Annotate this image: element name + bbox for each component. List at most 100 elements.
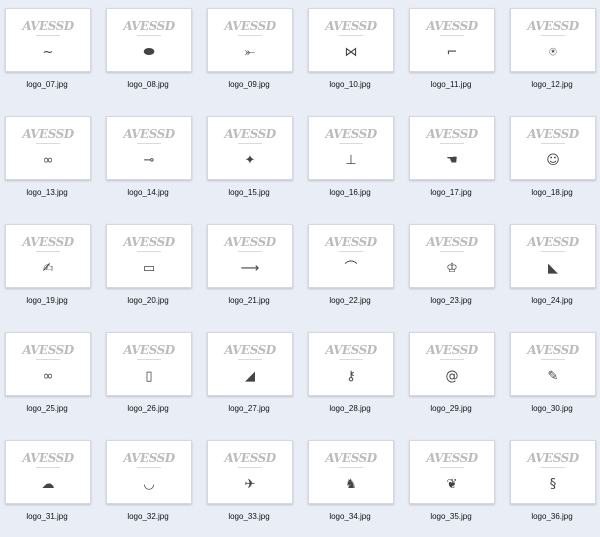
file-item[interactable]: AVESSD ⤜ logo_09.jpg bbox=[207, 8, 293, 93]
file-item[interactable]: AVESSD ⟶ logo_21.jpg bbox=[207, 224, 293, 309]
file-name-label[interactable]: logo_27.jpg bbox=[199, 404, 299, 413]
file-thumbnail[interactable]: AVESSD ✍ bbox=[5, 224, 91, 288]
logo-wordmark: AVESSD bbox=[325, 343, 377, 357]
file-name-label[interactable]: logo_13.jpg bbox=[0, 188, 97, 197]
file-item[interactable]: AVESSD ~ logo_07.jpg bbox=[5, 8, 91, 93]
file-thumbnail[interactable]: AVESSD ∞ bbox=[5, 332, 91, 396]
file-item[interactable]: AVESSD ☁ logo_31.jpg bbox=[5, 440, 91, 525]
file-thumbnail[interactable]: AVESSD ⊥ bbox=[308, 116, 394, 180]
file-item[interactable]: AVESSD § logo_36.jpg bbox=[510, 440, 596, 525]
file-thumbnail[interactable]: AVESSD ◡ bbox=[106, 440, 192, 504]
file-thumbnail[interactable]: AVESSD ☚ bbox=[409, 116, 495, 180]
file-thumbnail[interactable]: AVESSD ☺ bbox=[510, 116, 596, 180]
glasses-icon: ∞ bbox=[42, 153, 54, 168]
file-name-label[interactable]: logo_23.jpg bbox=[401, 296, 501, 305]
file-item[interactable]: AVESSD ◢ logo_27.jpg bbox=[207, 332, 293, 417]
file-name-label[interactable]: logo_22.jpg bbox=[300, 296, 400, 305]
logo-tagline-rule bbox=[541, 35, 565, 36]
logo-tagline-rule bbox=[339, 143, 363, 144]
file-name-label[interactable]: logo_18.jpg bbox=[502, 188, 600, 197]
file-thumbnail[interactable]: AVESSD ▭ bbox=[106, 224, 192, 288]
file-thumbnail[interactable]: AVESSD § bbox=[510, 440, 596, 504]
file-name-label[interactable]: logo_16.jpg bbox=[300, 188, 400, 197]
file-item[interactable]: AVESSD ⌐ logo_11.jpg bbox=[409, 8, 495, 93]
file-item[interactable]: AVESSD ∞ logo_13.jpg bbox=[5, 116, 91, 201]
file-name-label[interactable]: logo_11.jpg bbox=[401, 80, 501, 89]
file-item[interactable]: AVESSD ⍟ logo_12.jpg bbox=[510, 8, 596, 93]
file-thumbnail[interactable]: AVESSD ♞ bbox=[308, 440, 394, 504]
file-thumbnail[interactable]: AVESSD ⌒ bbox=[308, 224, 394, 288]
file-name-label[interactable]: logo_34.jpg bbox=[300, 512, 400, 521]
file-item[interactable]: AVESSD @ logo_29.jpg bbox=[409, 332, 495, 417]
logo-wordmark: AVESSD bbox=[527, 343, 579, 357]
logo-wordmark: AVESSD bbox=[527, 19, 579, 33]
file-name-label[interactable]: logo_25.jpg bbox=[0, 404, 97, 413]
file-thumbnail[interactable]: AVESSD ☁ bbox=[5, 440, 91, 504]
file-thumbnail[interactable]: AVESSD ◣ bbox=[510, 224, 596, 288]
file-name-label[interactable]: logo_17.jpg bbox=[401, 188, 501, 197]
file-name-label[interactable]: logo_32.jpg bbox=[98, 512, 198, 521]
file-name-label[interactable]: logo_07.jpg bbox=[0, 80, 97, 89]
file-thumbnail[interactable]: AVESSD ▯ bbox=[106, 332, 192, 396]
file-name-label[interactable]: logo_31.jpg bbox=[0, 512, 97, 521]
file-thumbnail[interactable]: AVESSD @ bbox=[409, 332, 495, 396]
file-item[interactable]: AVESSD ☺ logo_18.jpg bbox=[510, 116, 596, 201]
bow-tie-icon: ⋈ bbox=[344, 45, 358, 60]
file-item[interactable]: AVESSD ☚ logo_17.jpg bbox=[409, 116, 495, 201]
file-name-label[interactable]: logo_09.jpg bbox=[199, 80, 299, 89]
file-name-label[interactable]: logo_19.jpg bbox=[0, 296, 97, 305]
file-thumbnail[interactable]: AVESSD ⚷ bbox=[308, 332, 394, 396]
file-item[interactable]: AVESSD ✎ logo_30.jpg bbox=[510, 332, 596, 417]
file-thumbnail[interactable]: AVESSD ◢ bbox=[207, 332, 293, 396]
file-item[interactable]: AVESSD ✈ logo_33.jpg bbox=[207, 440, 293, 525]
file-thumbnail[interactable]: AVESSD ⬬ bbox=[106, 8, 192, 72]
file-item[interactable]: AVESSD ✍ logo_19.jpg bbox=[5, 224, 91, 309]
file-item[interactable]: AVESSD ◣ logo_24.jpg bbox=[510, 224, 596, 309]
file-thumbnail[interactable]: AVESSD ~ bbox=[5, 8, 91, 72]
file-item[interactable]: AVESSD ⚷ logo_28.jpg bbox=[308, 332, 394, 417]
file-name-label[interactable]: logo_20.jpg bbox=[98, 296, 198, 305]
file-thumbnail[interactable]: AVESSD ⊸ bbox=[106, 116, 192, 180]
file-item[interactable]: AVESSD ⌒ logo_22.jpg bbox=[308, 224, 394, 309]
file-thumbnail[interactable]: AVESSD ⌐ bbox=[409, 8, 495, 72]
logo-wordmark: AVESSD bbox=[22, 451, 74, 465]
file-item[interactable]: AVESSD ⊸ logo_14.jpg bbox=[106, 116, 192, 201]
file-name-label[interactable]: logo_21.jpg bbox=[199, 296, 299, 305]
file-item[interactable]: AVESSD ✦ logo_15.jpg bbox=[207, 116, 293, 201]
file-name-label[interactable]: logo_10.jpg bbox=[300, 80, 400, 89]
logo-tagline-rule bbox=[238, 251, 262, 252]
file-name-label[interactable]: logo_12.jpg bbox=[502, 80, 600, 89]
file-name-label[interactable]: logo_26.jpg bbox=[98, 404, 198, 413]
file-name-label[interactable]: logo_15.jpg bbox=[199, 188, 299, 197]
file-item[interactable]: AVESSD ▭ logo_20.jpg bbox=[106, 224, 192, 309]
file-name-label[interactable]: logo_35.jpg bbox=[401, 512, 501, 521]
file-item[interactable]: AVESSD ◡ logo_32.jpg bbox=[106, 440, 192, 525]
logo-tagline-rule bbox=[36, 35, 60, 36]
file-name-label[interactable]: logo_08.jpg bbox=[98, 80, 198, 89]
file-thumbnail[interactable]: AVESSD ∞ bbox=[5, 116, 91, 180]
file-item[interactable]: AVESSD ♞ logo_34.jpg bbox=[308, 440, 394, 525]
file-thumbnail[interactable]: AVESSD ⤜ bbox=[207, 8, 293, 72]
file-item[interactable]: AVESSD ∞ logo_25.jpg bbox=[5, 332, 91, 417]
file-thumbnail[interactable]: AVESSD ✎ bbox=[510, 332, 596, 396]
file-thumbnail[interactable]: AVESSD ✈ bbox=[207, 440, 293, 504]
file-name-label[interactable]: logo_14.jpg bbox=[98, 188, 198, 197]
file-item[interactable]: AVESSD ♔ logo_23.jpg bbox=[409, 224, 495, 309]
file-name-label[interactable]: logo_29.jpg bbox=[401, 404, 501, 413]
file-item[interactable]: AVESSD ⊥ logo_16.jpg bbox=[308, 116, 394, 201]
file-thumbnail[interactable]: AVESSD ⋈ bbox=[308, 8, 394, 72]
file-item[interactable]: AVESSD ▯ logo_26.jpg bbox=[106, 332, 192, 417]
file-thumbnail[interactable]: AVESSD ⍟ bbox=[510, 8, 596, 72]
file-thumbnail[interactable]: AVESSD ✦ bbox=[207, 116, 293, 180]
file-name-label[interactable]: logo_36.jpg bbox=[502, 512, 600, 521]
file-thumbnail[interactable]: AVESSD ⟶ bbox=[207, 224, 293, 288]
file-thumbnail[interactable]: AVESSD ❦ bbox=[409, 440, 495, 504]
file-name-label[interactable]: logo_33.jpg bbox=[199, 512, 299, 521]
file-name-label[interactable]: logo_30.jpg bbox=[502, 404, 600, 413]
file-thumbnail[interactable]: AVESSD ♔ bbox=[409, 224, 495, 288]
file-item[interactable]: AVESSD ⬬ logo_08.jpg bbox=[106, 8, 192, 93]
file-name-label[interactable]: logo_24.jpg bbox=[502, 296, 600, 305]
file-item[interactable]: AVESSD ❦ logo_35.jpg bbox=[409, 440, 495, 525]
file-name-label[interactable]: logo_28.jpg bbox=[300, 404, 400, 413]
file-item[interactable]: AVESSD ⋈ logo_10.jpg bbox=[308, 8, 394, 93]
